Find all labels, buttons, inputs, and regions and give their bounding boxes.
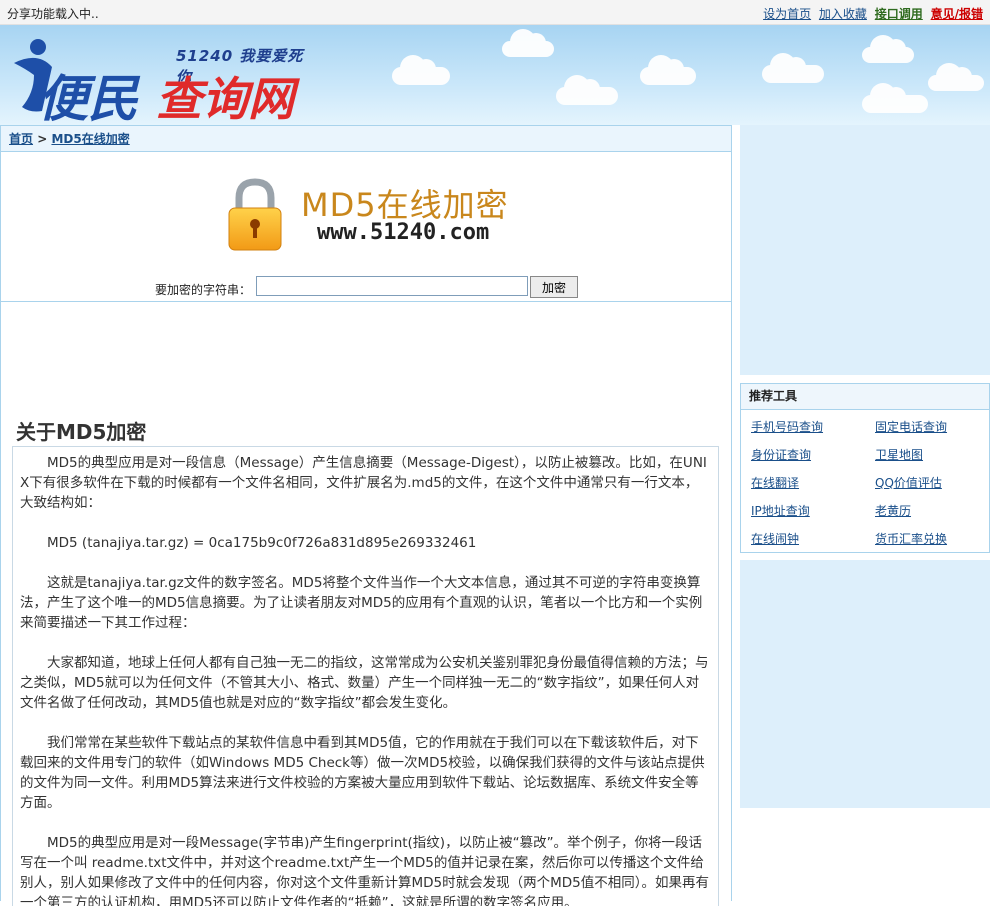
article-paragraph: 这就是tanajiya.tar.gz文件的数字签名。MD5将整个文件当作一个大文… bbox=[20, 575, 703, 631]
tool-link[interactable]: QQ价值评估 bbox=[875, 474, 942, 491]
add-favorite-link[interactable]: 加入收藏 bbox=[819, 7, 867, 21]
cloud-decoration bbox=[862, 35, 914, 63]
breadcrumb-home[interactable]: 首页 bbox=[9, 132, 33, 146]
article-paragraph: 大家都知道，地球上任何人都有自己独一无二的指纹，这常常成为公安机关鉴别罪犯身份最… bbox=[20, 655, 709, 711]
recommended-tools-title: 推荐工具 bbox=[741, 384, 989, 410]
logo-brand-left: 便民 bbox=[38, 70, 138, 125]
tool-link[interactable]: 在线闹钟 bbox=[751, 530, 799, 547]
breadcrumb-separator: > bbox=[37, 132, 48, 146]
sidebar-ad-top bbox=[740, 125, 990, 375]
article-body: MD5的典型应用是对一段信息（Message）产生信息摘要（Message-Di… bbox=[12, 446, 719, 906]
input-label: 要加密的字符串： bbox=[155, 283, 252, 297]
article-paragraph: 我们常常在某些软件下载站点的某软件信息中看到其MD5值，它的作用就在于我们可以在… bbox=[20, 735, 705, 811]
tool-link[interactable]: 货币汇率兑换 bbox=[875, 530, 947, 547]
breadcrumb-current[interactable]: MD5在线加密 bbox=[51, 132, 129, 146]
tool-link[interactable]: 卫星地图 bbox=[875, 446, 923, 463]
tool-link[interactable]: 手机号码查询 bbox=[751, 418, 823, 435]
banner-url: www.51240.com bbox=[317, 220, 490, 245]
cloud-decoration bbox=[640, 55, 696, 85]
main-panel: 首页 > MD5在线加密 MD5在线加密 www.51240.com 要加密的字… bbox=[0, 125, 732, 906]
site-header: 51240 我要爱死你 便民 查询网 bbox=[0, 25, 990, 125]
site-logo[interactable]: 51240 我要爱死你 便民 查询网 bbox=[8, 33, 318, 125]
feedback-link[interactable]: 意见/报错 bbox=[931, 7, 983, 21]
article-heading: 关于MD5加密 bbox=[16, 420, 147, 444]
cloud-decoration bbox=[862, 83, 928, 113]
tool-banner: MD5在线加密 www.51240.com 要加密的字符串： 加密 bbox=[1, 152, 731, 302]
tool-link[interactable]: IP地址查询 bbox=[751, 502, 810, 519]
logo-brand-right: 查询网 bbox=[156, 72, 294, 125]
share-status: 分享功能载入中.. bbox=[7, 7, 99, 21]
tool-link[interactable]: 在线翻译 bbox=[751, 474, 799, 491]
md5-input[interactable] bbox=[256, 276, 528, 296]
cloud-decoration bbox=[928, 63, 984, 91]
tool-link[interactable]: 固定电话查询 bbox=[875, 418, 947, 435]
sidebar-ad-bottom bbox=[740, 560, 990, 808]
article-paragraph: MD5的典型应用是对一段信息（Message）产生信息摘要（Message-Di… bbox=[20, 455, 707, 511]
cloud-decoration bbox=[392, 55, 450, 85]
api-link[interactable]: 接口调用 bbox=[875, 7, 923, 21]
encrypt-button[interactable]: 加密 bbox=[530, 276, 578, 298]
top-links: 设为首页 加入收藏 接口调用 意见/报错 bbox=[759, 5, 983, 22]
article-paragraph: MD5 (tanajiya.tar.gz) = 0ca175b9c0f726a8… bbox=[47, 535, 477, 551]
cloud-decoration bbox=[762, 53, 824, 83]
tool-link[interactable]: 老黄历 bbox=[875, 502, 911, 519]
cloud-decoration bbox=[556, 75, 618, 105]
article-paragraph: MD5的典型应用是对一段Message(字节串)产生fingerprint(指纹… bbox=[20, 835, 710, 906]
tool-link[interactable]: 身份证查询 bbox=[751, 446, 811, 463]
breadcrumb: 首页 > MD5在线加密 bbox=[1, 126, 731, 152]
top-bar: 分享功能载入中.. 设为首页 加入收藏 接口调用 意见/报错 bbox=[0, 0, 990, 25]
recommended-tools: 推荐工具 手机号码查询 固定电话查询 身份证查询 卫星地图 在线翻译 QQ价值评… bbox=[740, 383, 990, 553]
set-homepage-link[interactable]: 设为首页 bbox=[763, 7, 811, 21]
cloud-decoration bbox=[502, 29, 554, 57]
lock-icon bbox=[228, 178, 282, 251]
